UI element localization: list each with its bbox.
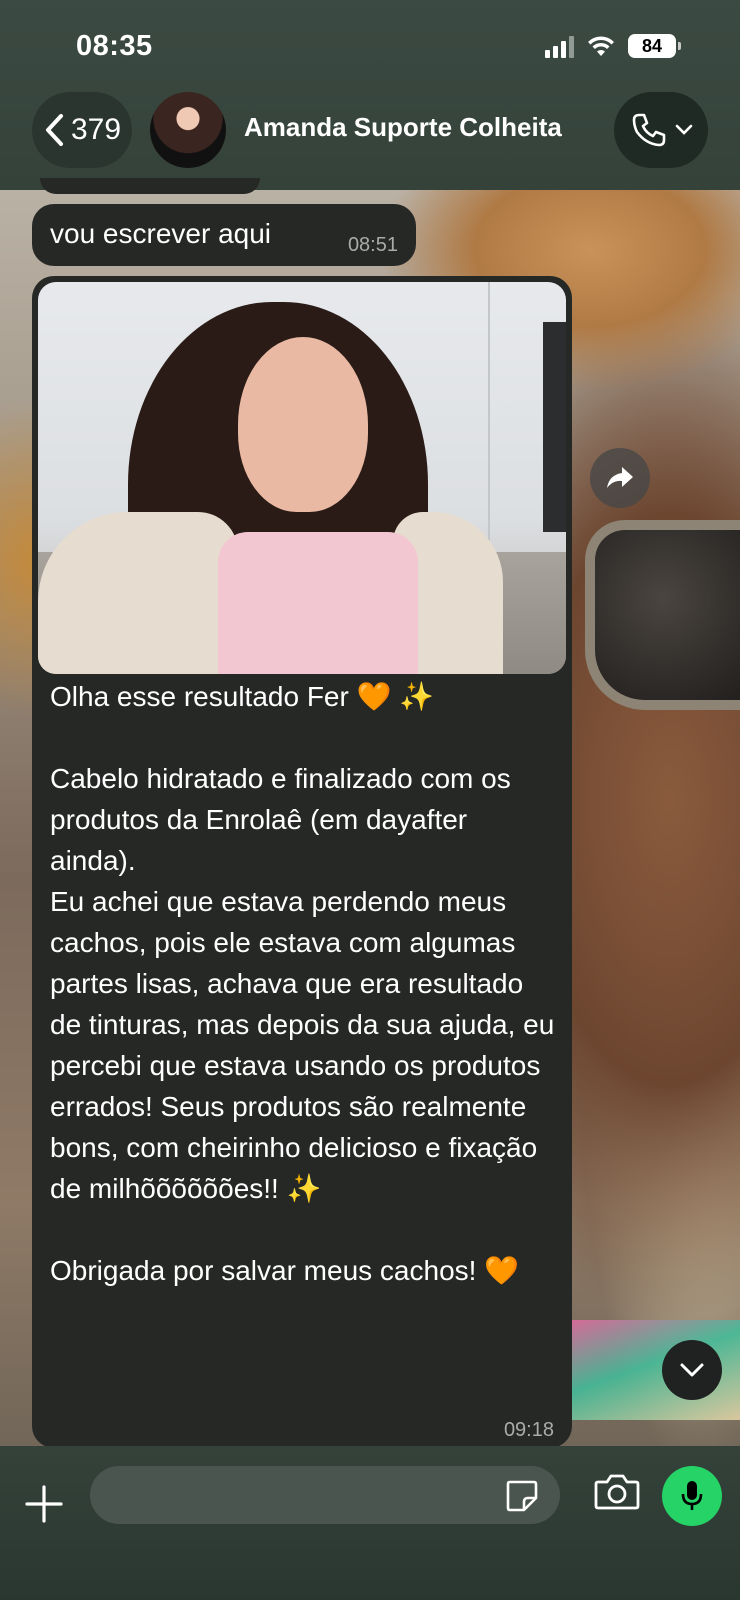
message-time: 09:18 (503, 1419, 554, 1441)
chat-header: 08:35 84 379 Amanda Suporte Colheita (0, 0, 740, 190)
message-time: 08:51 (347, 234, 398, 256)
wifi-icon (588, 36, 614, 56)
status-time: 08:35 (76, 30, 153, 62)
photo-face (238, 337, 368, 512)
scroll-to-bottom-button[interactable] (662, 1340, 722, 1400)
chevron-down-icon (680, 1363, 704, 1377)
composer-bar (0, 1446, 740, 1600)
forward-icon (607, 467, 633, 488)
unread-count: 379 (70, 113, 122, 146)
call-button[interactable] (614, 92, 708, 168)
contact-avatar[interactable] (150, 92, 226, 168)
message-input[interactable] (90, 1466, 560, 1524)
message-text: vou escrever aqui (50, 218, 272, 249)
photo-door (543, 322, 566, 532)
wallpaper-sunglasses (585, 520, 740, 710)
voice-message-button[interactable] (662, 1466, 722, 1526)
phone-icon (632, 113, 666, 147)
message-bubble-with-photo[interactable]: Olha esse resultado Fer 🧡 ✨ Cabelo hidra… (32, 276, 572, 1448)
chevron-left-icon (45, 114, 63, 146)
camera-icon[interactable] (594, 1472, 640, 1512)
message-bubble[interactable]: vou escrever aqui 08:51 (32, 204, 416, 266)
cellular-signal-icon (545, 34, 574, 58)
status-icons: 84 (545, 34, 681, 58)
message-photo[interactable] (38, 282, 566, 674)
previous-message-bubble (40, 178, 260, 194)
back-button[interactable]: 379 (32, 92, 132, 168)
contact-name[interactable]: Amanda Suporte Colheita (244, 112, 562, 143)
photo-wall (488, 282, 490, 542)
photo-cardigan-left (38, 512, 238, 674)
microphone-icon (681, 1481, 703, 1510)
chevron-down-icon (675, 124, 693, 135)
forward-button[interactable] (590, 448, 650, 508)
plus-icon[interactable] (24, 1484, 64, 1524)
sticker-icon[interactable] (504, 1478, 540, 1514)
message-text: Olha esse resultado Fer 🧡 ✨ Cabelo hidra… (50, 681, 555, 1286)
battery-indicator: 84 (628, 34, 681, 58)
photo-top (218, 532, 418, 674)
